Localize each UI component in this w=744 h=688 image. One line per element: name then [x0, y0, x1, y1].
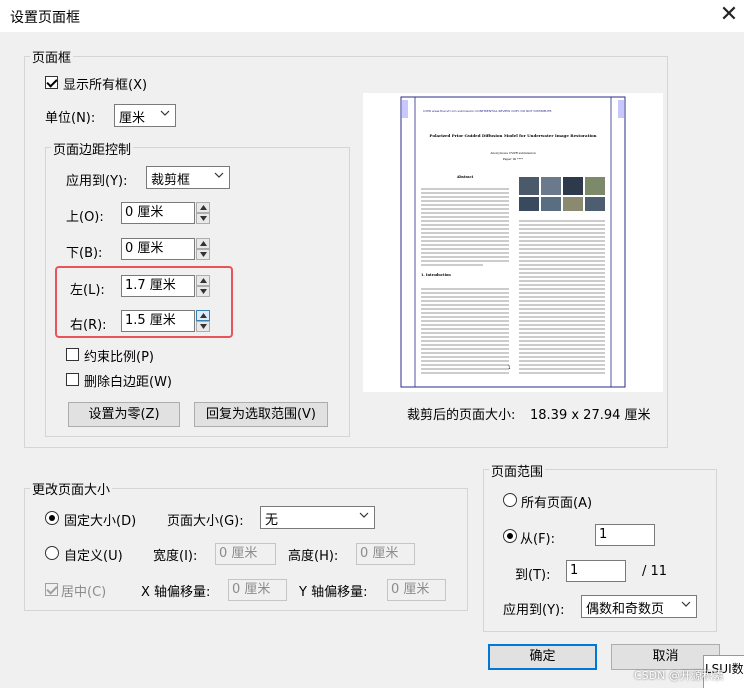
custom-size-label: 自定义(U)	[64, 549, 123, 564]
unit-select[interactable]: 厘米	[114, 104, 176, 127]
remove-white-margins-checkbox[interactable]	[66, 373, 79, 386]
x-offset-input[interactable]: 0 厘米	[228, 579, 287, 601]
fixed-size-label: 固定大小(D)	[64, 514, 137, 529]
height-label: 高度(H):	[288, 549, 339, 564]
window-title: 设置页面框	[10, 10, 80, 26]
center-label: 居中(C)	[61, 585, 107, 600]
show-all-boxes-checkbox[interactable]	[45, 76, 58, 89]
top-margin-label: 上(O):	[66, 210, 104, 225]
spin-up-button[interactable]	[196, 202, 210, 213]
close-icon[interactable]: ✕	[716, 2, 742, 28]
page-range-apply-value: 偶数和奇数页	[586, 602, 665, 617]
spin-down-button[interactable]	[196, 213, 210, 224]
center-checkbox[interactable]	[45, 583, 58, 596]
constrain-proportions-checkbox[interactable]	[66, 348, 79, 361]
from-page-radio[interactable]	[503, 529, 517, 543]
triangle-up-icon	[200, 205, 207, 210]
triangle-up-icon	[200, 241, 207, 246]
left-right-highlight-box	[55, 266, 233, 338]
cropped-size-value: 18.39 x 27.94 厘米	[530, 408, 651, 423]
all-pages-radio[interactable]	[503, 493, 517, 507]
fixed-size-radio[interactable]	[45, 511, 59, 525]
page-size-label: 页面大小(G):	[167, 514, 244, 529]
triangle-down-icon	[200, 216, 207, 221]
from-page-input[interactable]: 1	[595, 524, 655, 546]
preview-paper-title: Polarized Prior Guided Diffusion Model f…	[429, 133, 597, 138]
bottom-margin-spinner[interactable]	[196, 238, 210, 260]
cropped-size-label: 裁剪后的页面大小:	[407, 408, 516, 423]
bottom-margin-label: 下(B):	[66, 246, 103, 261]
page-box-legend: 页面框	[30, 47, 74, 66]
show-all-boxes-label: 显示所有框(X)	[63, 78, 148, 93]
spin-up-button[interactable]	[196, 238, 210, 249]
total-pages-text: / 11	[642, 564, 668, 579]
page-range-apply-label: 应用到(Y):	[503, 603, 565, 618]
y-offset-label: Y 轴偏移量:	[299, 585, 368, 600]
to-page-input[interactable]: 1	[566, 560, 626, 582]
revert-to-selection-button[interactable]: 回复为选取范围(V)	[194, 402, 328, 427]
preview-header-line: CVPR www.thecvf.com submission CONFIDENT…	[423, 109, 553, 113]
csdn-watermark: CSDN @开源积累	[634, 669, 724, 682]
page-size-select[interactable]: 无	[260, 506, 375, 529]
chevron-down-icon	[160, 110, 170, 116]
all-pages-label: 所有页面(A)	[521, 496, 593, 511]
page-preview: CVPR www.thecvf.com submission CONFIDENT…	[363, 93, 663, 392]
constrain-proportions-label: 约束比例(P)	[84, 350, 154, 365]
preview-page-number: 1	[508, 365, 511, 370]
line-number-margin	[402, 100, 408, 118]
page-range-legend: 页面范围	[489, 461, 546, 480]
spin-down-button[interactable]	[196, 249, 210, 260]
ok-button[interactable]: 确定	[488, 644, 597, 670]
margin-control-legend: 页面边距控制	[51, 139, 134, 158]
width-label: 宽度(I):	[153, 549, 198, 564]
bottom-margin-input[interactable]: 0 厘米	[121, 238, 195, 260]
unit-value: 厘米	[119, 111, 146, 126]
preview-intro-heading: 1. Introduction	[421, 273, 451, 277]
page-size-value: 无	[265, 513, 279, 528]
chevron-down-icon	[681, 601, 691, 607]
height-input[interactable]: 0 厘米	[356, 543, 415, 565]
apply-to-select[interactable]: 裁剪框	[146, 166, 230, 189]
page-range-apply-select[interactable]: 偶数和奇数页	[581, 595, 697, 618]
chevron-down-icon	[214, 172, 224, 178]
title-bar	[0, 0, 744, 32]
triangle-down-icon	[200, 252, 207, 257]
top-margin-input[interactable]: 0 厘米	[121, 202, 195, 224]
custom-size-radio[interactable]	[45, 546, 59, 560]
to-page-label: 到(T):	[515, 568, 551, 583]
top-margin-spinner[interactable]	[196, 202, 210, 224]
x-offset-label: X 轴偏移量:	[141, 585, 211, 600]
preview-author-line: Anonymous CVPR submission	[490, 151, 536, 155]
unit-label: 单位(N):	[45, 111, 96, 126]
y-offset-input[interactable]: 0 厘米	[387, 579, 446, 601]
change-page-size-legend: 更改页面大小	[30, 479, 113, 498]
line-number-margin	[618, 100, 624, 118]
width-input[interactable]: 0 厘米	[215, 543, 276, 565]
preview-abstract-heading: Abstract	[456, 175, 474, 179]
apply-to-label: 应用到(Y):	[66, 174, 128, 189]
preview-paper-id: Paper ID ****	[502, 157, 524, 161]
from-page-label: 从(F):	[520, 532, 556, 547]
apply-to-value: 裁剪框	[151, 173, 191, 188]
set-to-zero-button[interactable]: 设置为零(Z)	[68, 402, 180, 427]
chevron-down-icon	[359, 512, 369, 518]
remove-white-margins-label: 删除白边距(W)	[84, 375, 172, 390]
